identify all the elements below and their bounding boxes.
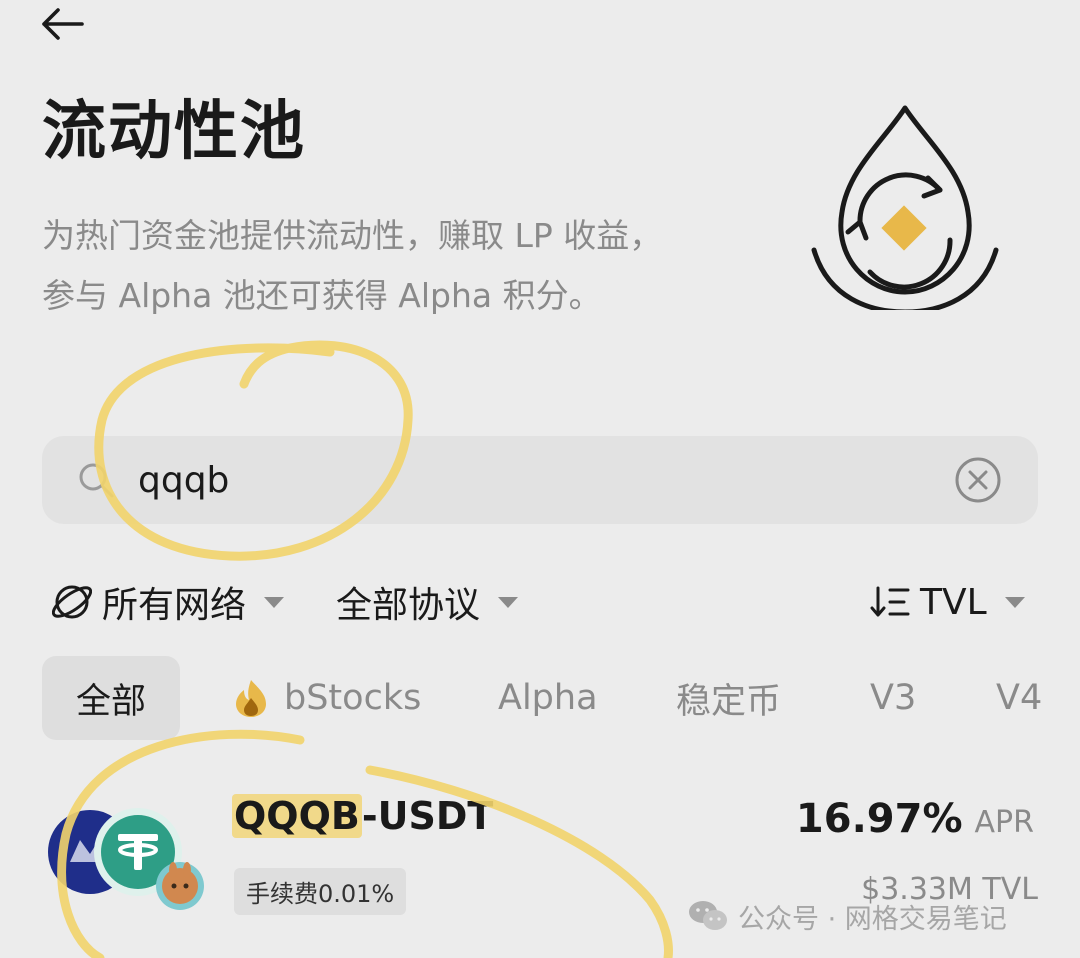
search-icon (79, 463, 114, 498)
tab-all[interactable]: 全部 (42, 656, 181, 740)
page-description: 为热门资金池提供流动性，赚取 LP 收益， 参与 Alpha 池还可获得 Alp… (42, 206, 782, 326)
watermark-text: 公众号 · 网格交易笔记 (738, 903, 1007, 935)
chevron-down-icon (1004, 596, 1025, 608)
chevron-down-icon (498, 596, 519, 608)
sort-filter[interactable]: TVL (870, 572, 1025, 632)
token-pair-icons (48, 808, 204, 910)
search-bar (42, 436, 1038, 524)
pool-pair-highlight: QQQB (232, 794, 362, 838)
search-input[interactable] (138, 450, 918, 510)
category-tabs: 全部 bStocks Alpha 稳定币 V3 V4 (42, 656, 1080, 740)
watermark: 公众号 · 网格交易笔记 (688, 896, 1007, 936)
globe-icon (52, 585, 92, 619)
network-filter[interactable]: 所有网络 (52, 572, 285, 632)
fee-badge: 手续费0.01% (234, 868, 407, 915)
apr-value: 16.97% (795, 796, 963, 842)
sort-filter-label: TVL (920, 581, 987, 623)
sort-icon (870, 586, 910, 617)
tab-v4[interactable]: V4 (996, 656, 1042, 740)
liquidity-pools-page: 流动性池 为热门资金池提供流动性，赚取 LP 收益， 参与 Alpha 池还可获… (0, 0, 1080, 958)
tab-bstocks-label: bStocks (284, 678, 422, 718)
pool-apr: 16.97% APR (796, 796, 1034, 842)
liquidity-drop-icon (811, 105, 999, 310)
page-title: 流动性池 (42, 95, 306, 169)
page-description-line-2: 参与 Alpha 池还可获得 Alpha 积分。 (42, 276, 602, 315)
network-filter-label: 所有网络 (102, 585, 247, 626)
back-button[interactable] (36, 4, 88, 44)
fire-icon (236, 680, 266, 717)
pancakeswap-icon (156, 862, 204, 910)
chevron-down-icon (264, 596, 285, 608)
tab-bstocks[interactable]: bStocks (232, 656, 421, 740)
pool-pair-name: QQQB-USDT (232, 794, 493, 838)
protocol-filter-label: 全部协议 (336, 585, 481, 626)
apr-label: APR (974, 805, 1034, 840)
tab-alpha[interactable]: Alpha (498, 656, 598, 740)
page-description-line-1: 为热门资金池提供流动性，赚取 LP 收益， (42, 216, 663, 255)
clear-circle-icon[interactable] (954, 456, 1002, 504)
tab-stablecoin[interactable]: 稳定币 (676, 656, 781, 740)
wechat-icon (689, 901, 727, 930)
arrow-left-icon (42, 8, 84, 40)
pool-pair-quote: -USDT (361, 794, 494, 838)
tab-v3[interactable]: V3 (870, 656, 916, 740)
protocol-filter[interactable]: 全部协议 (336, 572, 519, 632)
